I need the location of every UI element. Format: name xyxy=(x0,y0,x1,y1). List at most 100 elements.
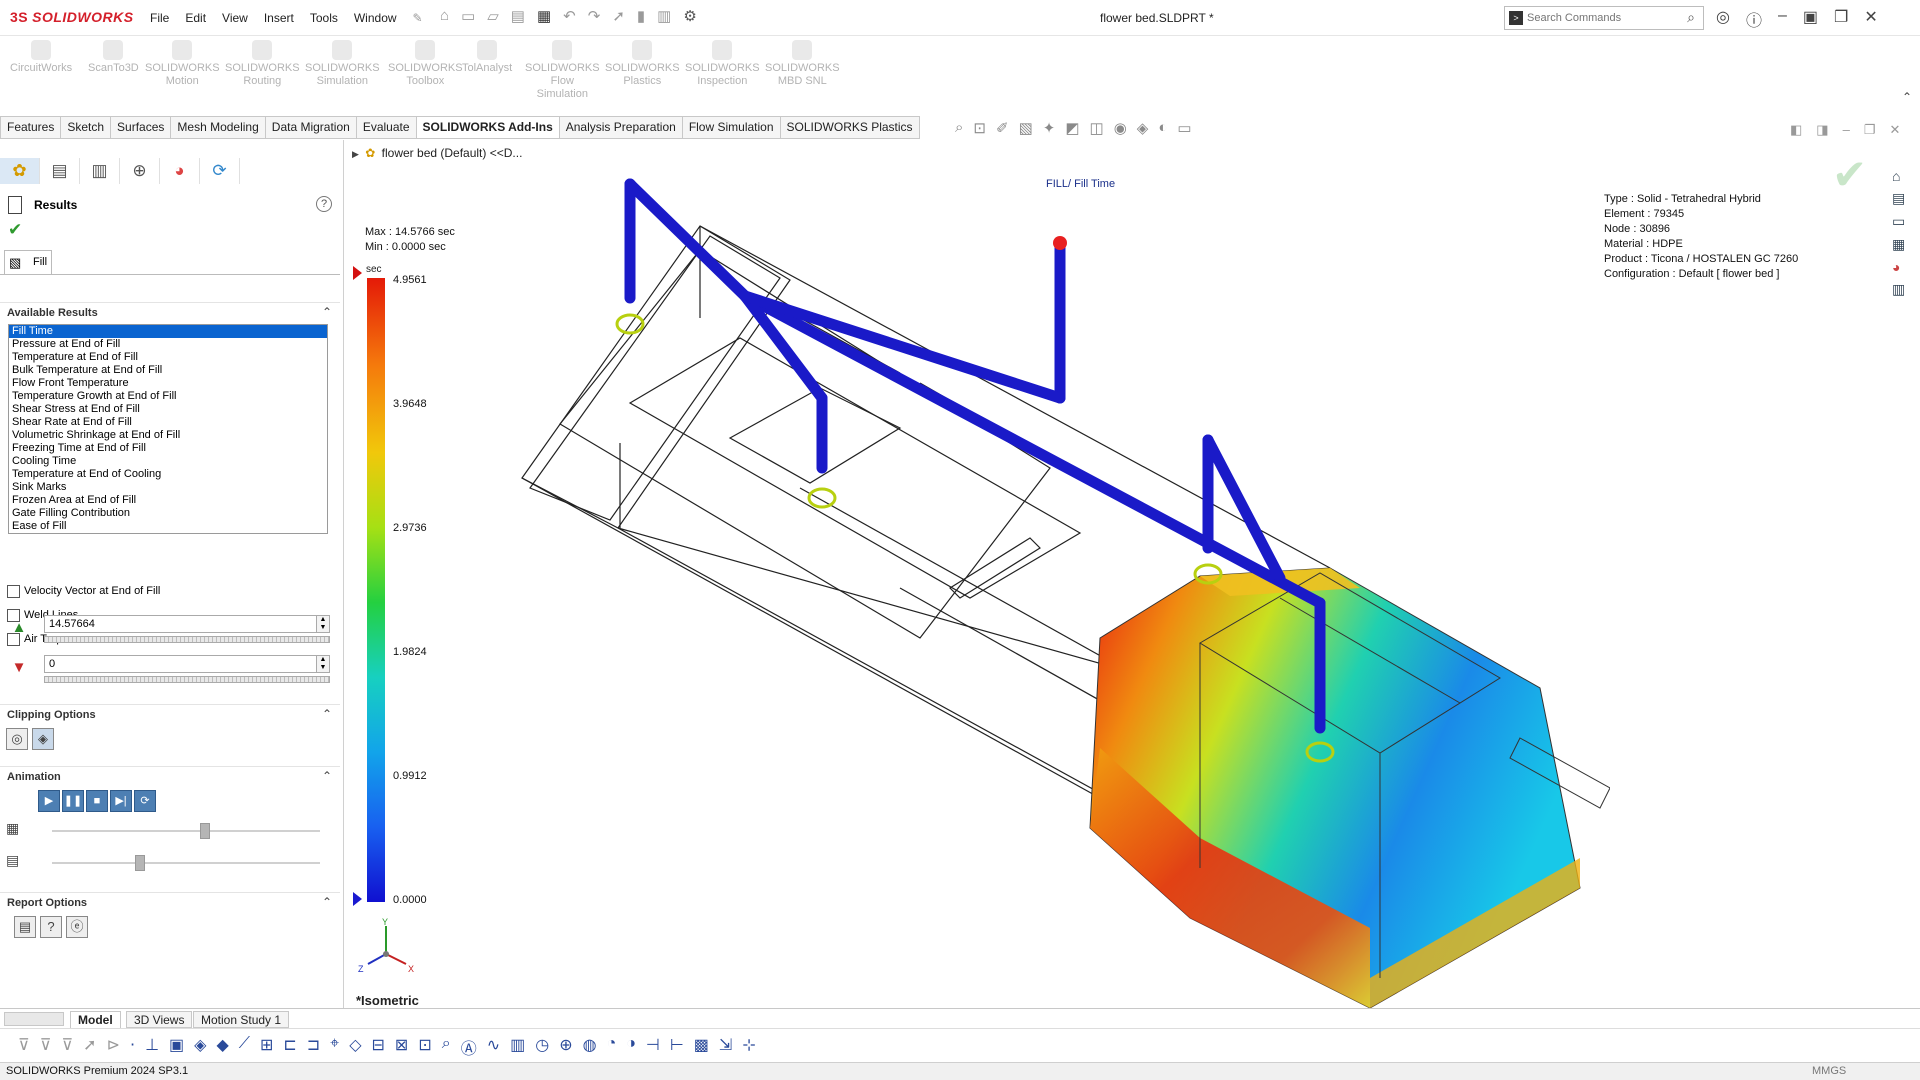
open-icon[interactable]: ▱ xyxy=(487,7,499,25)
restore-icon[interactable]: ❐ xyxy=(1834,7,1848,31)
home-icon[interactable]: ⌂ xyxy=(440,7,449,25)
max-value-input[interactable] xyxy=(44,615,318,633)
speed-slider[interactable] xyxy=(52,823,320,839)
user-icon[interactable]: ◎ xyxy=(1716,7,1730,31)
filter-3-icon[interactable]: ⊽ xyxy=(61,1035,73,1059)
plastics-manager-icon[interactable]: ✿ xyxy=(0,158,40,184)
pause-icon[interactable]: ❚❚ xyxy=(62,790,84,812)
plastics-study-icon[interactable]: ⟳ xyxy=(200,158,240,184)
addin-button[interactable]: SOLIDWORKS Routing xyxy=(225,40,300,88)
result-item[interactable]: Bulk Temperature at End of Fill xyxy=(9,364,327,377)
select-icon[interactable]: ➚ xyxy=(612,7,625,25)
split-icon[interactable]: ⊣ xyxy=(646,1035,660,1059)
property-manager-icon[interactable]: ▥ xyxy=(80,158,120,184)
axis-icon[interactable]: ⊥ xyxy=(145,1035,159,1059)
search-input[interactable] xyxy=(1527,9,1677,27)
color-icon[interactable]: ◑ xyxy=(626,1035,636,1059)
display-manager-icon[interactable]: ◕ xyxy=(160,158,200,184)
addin-button[interactable]: SOLIDWORKS Plastics xyxy=(605,40,680,88)
section-icon[interactable]: ⊟ xyxy=(372,1035,385,1059)
min-value-input[interactable] xyxy=(44,655,318,673)
help-icon[interactable]: ⓘ xyxy=(1746,7,1762,31)
result-item[interactable]: Volumetric Shrinkage at End of Fill xyxy=(9,429,327,442)
result-item[interactable]: Freezing Time at End of Fill xyxy=(9,442,327,455)
chevron-up-icon[interactable]: ⌃ xyxy=(322,769,332,783)
tab-evaluate[interactable]: Evaluate xyxy=(356,116,417,139)
tile-icon[interactable]: ▣ xyxy=(1803,7,1818,31)
result-item[interactable]: Flow Front Temperature xyxy=(9,377,327,390)
view-orientation-icon[interactable]: ◩ xyxy=(1065,119,1079,137)
tab-model[interactable]: Model xyxy=(70,1011,121,1028)
zoom-area-icon[interactable]: ⊡ xyxy=(973,119,986,137)
edit-appearance-icon[interactable]: ◈ xyxy=(1137,119,1149,137)
frame-slider[interactable] xyxy=(52,855,320,871)
clipping-options-header[interactable]: Clipping Options ⌃ xyxy=(0,704,340,724)
redo-icon[interactable]: ↷ xyxy=(588,7,601,25)
result-item[interactable]: Temperature at End of Cooling xyxy=(9,468,327,481)
tab-sketch[interactable]: Sketch xyxy=(61,116,112,139)
tab-flow-simulation[interactable]: Flow Simulation xyxy=(682,116,781,139)
velocity-vector-checkbox[interactable] xyxy=(7,585,20,598)
tab-data-migration[interactable]: Data Migration xyxy=(265,116,357,139)
hide-show-icon[interactable]: ◉ xyxy=(1114,119,1127,137)
annotation-icon[interactable]: Ⓐ xyxy=(461,1035,477,1059)
available-results-header[interactable]: Available Results ⌃ xyxy=(0,302,340,322)
loop-icon[interactable]: ⟳ xyxy=(134,790,156,812)
expand-arrow-icon[interactable]: ▶ xyxy=(352,149,359,159)
plane-icon[interactable]: ▣ xyxy=(169,1035,184,1059)
tab-features[interactable]: Features xyxy=(0,116,62,139)
split-view-2-icon[interactable]: ◨ xyxy=(1816,122,1828,138)
flower-bed-model[interactable] xyxy=(500,168,1610,1008)
tab-analysis-preparation[interactable]: Analysis Preparation xyxy=(559,116,683,139)
speed-slider-thumb[interactable] xyxy=(199,823,210,839)
probe-icon[interactable]: ◍ xyxy=(583,1035,597,1059)
min-value-slider[interactable] xyxy=(44,676,330,683)
home-icon[interactable]: ⌂ xyxy=(1892,168,1905,184)
edge-icon[interactable]: ⟋ xyxy=(239,1035,250,1059)
feature-tree-icon[interactable]: ▤ xyxy=(40,158,80,184)
filter-2-icon[interactable]: ⊽ xyxy=(40,1035,52,1059)
minimize-icon[interactable]: – xyxy=(1778,7,1787,31)
ok-check-icon[interactable]: ✔ xyxy=(8,220,22,240)
result-item[interactable]: Temperature Growth at End of Fill xyxy=(9,390,327,403)
injection-point[interactable] xyxy=(1053,236,1067,250)
result-item[interactable]: Sink Marks xyxy=(9,481,327,494)
measure-icon[interactable]: ⌖ xyxy=(330,1035,339,1059)
play-icon[interactable]: ▶ xyxy=(38,790,60,812)
result-item[interactable]: Shear Stress at End of Fill xyxy=(9,403,327,416)
legend-min-marker[interactable] xyxy=(353,892,362,906)
addin-button[interactable]: SOLIDWORKS MBD SNL xyxy=(765,40,840,88)
result-item[interactable]: Pressure at End of Fill xyxy=(9,338,327,351)
cursor-icon[interactable]: ➚ xyxy=(83,1035,96,1059)
solid-icon[interactable]: ◆ xyxy=(216,1035,228,1059)
pin-icon[interactable]: ✎ xyxy=(405,11,431,25)
configuration-manager-icon[interactable]: ⊕ xyxy=(120,158,160,184)
addin-button[interactable]: SOLIDWORKS Motion xyxy=(145,40,220,88)
help-button[interactable]: ? xyxy=(316,196,332,212)
export-icon[interactable]: ⇲ xyxy=(719,1035,732,1059)
addin-button[interactable]: SOLIDWORKS Flow Simulation xyxy=(525,40,600,101)
min-value-spinner[interactable]: ▲ ▼ xyxy=(316,655,330,673)
legend-max-marker[interactable] xyxy=(353,266,362,280)
new-document-icon[interactable]: ▭ xyxy=(461,7,475,25)
frame-slider-thumb[interactable] xyxy=(135,855,146,871)
max-value-spinner[interactable]: ▲ ▼ xyxy=(316,615,330,633)
result-item[interactable]: Gate Filling Contribution xyxy=(9,507,327,520)
save-report-icon[interactable]: ▤ xyxy=(14,916,36,938)
custom-properties-icon[interactable]: ▥ xyxy=(1892,281,1905,298)
search-commands[interactable]: > ⌕ xyxy=(1504,6,1704,30)
sensor-icon[interactable]: ◷ xyxy=(535,1035,549,1059)
design-library-icon[interactable]: ▤ xyxy=(1892,190,1905,207)
sketch-icon[interactable]: ⊏ xyxy=(283,1035,296,1059)
vertex-icon[interactable]: ⊞ xyxy=(260,1035,273,1059)
addin-button[interactable]: SOLIDWORKS Inspection xyxy=(685,40,760,88)
animation-header[interactable]: Animation ⌃ xyxy=(0,766,340,786)
file-explorer-icon[interactable]: ▭ xyxy=(1892,213,1905,230)
appearances-icon[interactable]: ◕ xyxy=(1892,259,1905,275)
result-item[interactable]: Shear Rate at End of Fill xyxy=(9,416,327,429)
split-view-icon[interactable]: ◧ xyxy=(1790,122,1802,138)
select-filter-icon[interactable]: ⊳ xyxy=(107,1035,120,1059)
menu-edit[interactable]: Edit xyxy=(177,11,214,25)
rebuild-icon[interactable]: ▮ xyxy=(637,7,645,25)
viewport-minimize-icon[interactable]: – xyxy=(1843,122,1850,138)
